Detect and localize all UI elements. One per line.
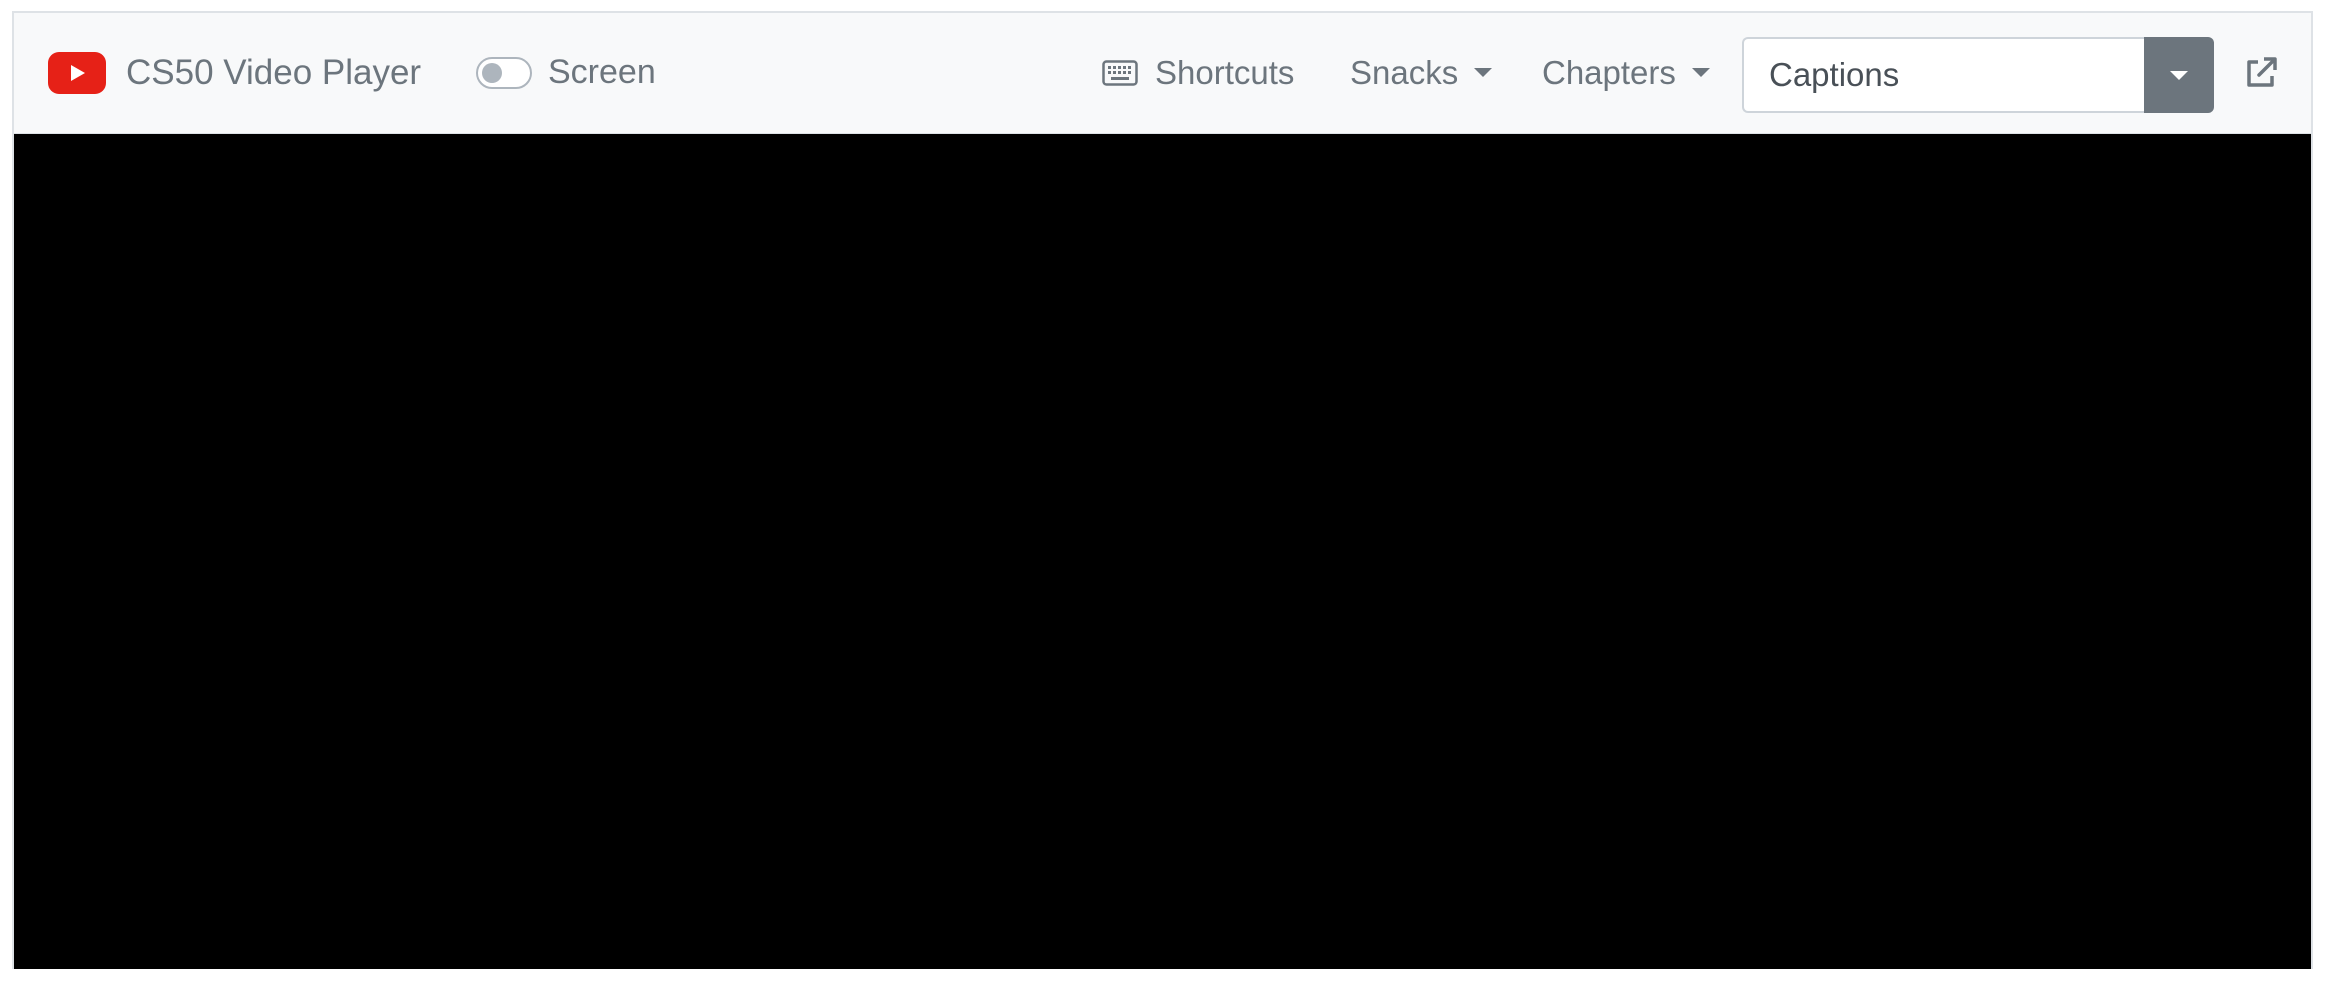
shortcuts-label: Shortcuts bbox=[1155, 53, 1295, 91]
snacks-label: Snacks bbox=[1350, 53, 1459, 91]
chevron-down-icon bbox=[1691, 68, 1710, 77]
screen-switch[interactable] bbox=[476, 56, 532, 89]
brand[interactable]: CS50 Video Player bbox=[48, 13, 421, 132]
video-player-frame: CS50 Video Player Screen Shortcuts Snack… bbox=[12, 11, 2313, 969]
screen-toggle[interactable]: Screen bbox=[476, 13, 656, 132]
captions-dropdown-button[interactable] bbox=[2144, 37, 2214, 113]
chevron-down-icon bbox=[2170, 70, 2188, 80]
brand-title: CS50 Video Player bbox=[126, 52, 422, 92]
external-link-icon bbox=[2247, 56, 2277, 87]
shortcuts-button[interactable]: Shortcuts bbox=[1102, 13, 1294, 132]
popout-button[interactable] bbox=[2244, 13, 2278, 132]
captions-field[interactable]: Captions bbox=[1742, 37, 2144, 113]
chevron-down-icon bbox=[1474, 68, 1493, 77]
keyboard-icon bbox=[1102, 59, 1138, 86]
switch-knob bbox=[482, 62, 502, 83]
captions-select[interactable]: Captions bbox=[1742, 37, 2214, 113]
chapters-dropdown[interactable]: Chapters bbox=[1542, 13, 1710, 132]
chapters-label: Chapters bbox=[1542, 53, 1676, 91]
screen-toggle-label: Screen bbox=[548, 53, 656, 91]
snacks-dropdown[interactable]: Snacks bbox=[1350, 13, 1493, 132]
navbar: CS50 Video Player Screen Shortcuts Snack… bbox=[14, 13, 2311, 134]
youtube-play-icon bbox=[48, 51, 106, 94]
video-area[interactable] bbox=[14, 134, 2311, 969]
